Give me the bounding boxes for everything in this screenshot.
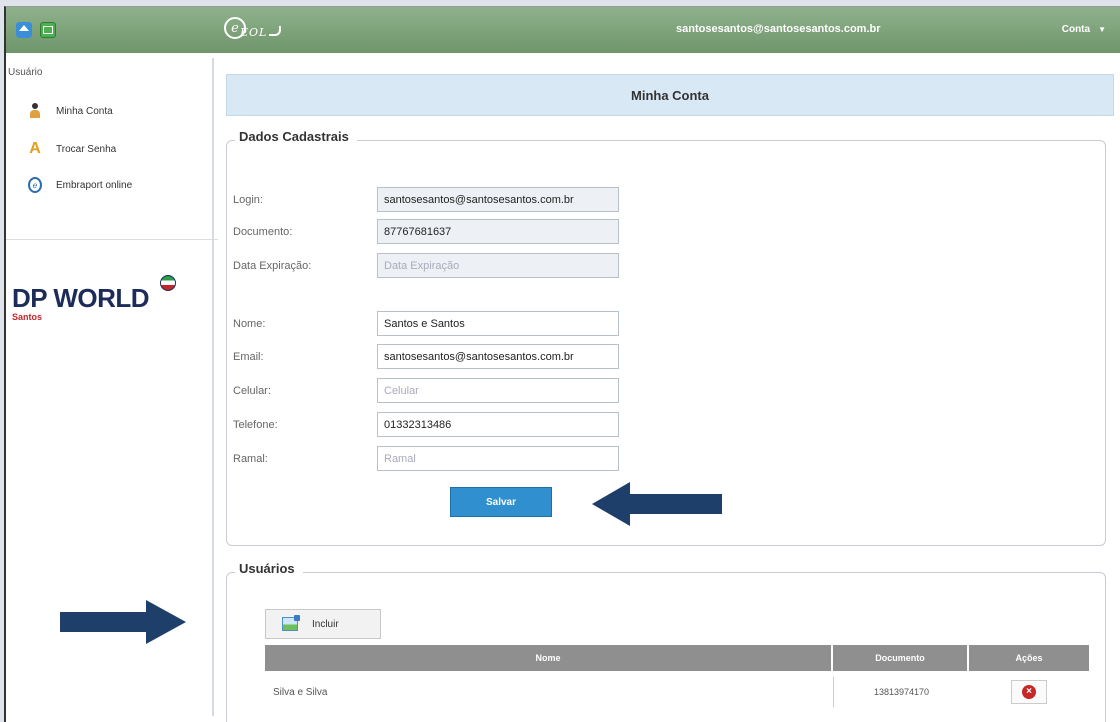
column-header-nome[interactable]: Nome xyxy=(265,645,833,671)
add-image-icon xyxy=(282,615,300,631)
telefone-label: Telefone: xyxy=(233,418,278,431)
sidebar-item-label: Minha Conta xyxy=(56,105,113,117)
sidebar-item-embraport-online[interactable]: e Embraport online xyxy=(28,177,132,193)
celular-label: Celular: xyxy=(233,384,271,397)
sidebar-border xyxy=(212,58,214,716)
dados-cadastrais-legend: Dados Cadastrais xyxy=(235,129,357,144)
ramal-field[interactable] xyxy=(377,446,619,471)
sidebar-item-trocar-senha[interactable]: A Trocar Senha xyxy=(28,140,117,157)
ramal-row: Ramal: xyxy=(233,446,619,471)
celular-row: Celular: xyxy=(233,378,619,403)
email-row: Email: xyxy=(233,344,619,369)
arrow-annotation-incluir xyxy=(60,600,186,644)
save-button[interactable]: Salvar xyxy=(450,487,552,517)
arrow-annotation-save xyxy=(592,482,722,526)
users-table: Nome Documento Ações Silva e Silva 13813… xyxy=(265,645,1089,707)
brand-name: DP WORLD xyxy=(12,283,150,313)
person-icon xyxy=(28,103,42,119)
telefone-field[interactable] xyxy=(377,412,619,437)
delete-icon: × xyxy=(1022,685,1036,699)
chevron-down-icon: ▼ xyxy=(1098,25,1106,34)
sidebar-item-label: Trocar Senha xyxy=(56,143,117,155)
account-menu[interactable]: Conta ▼ xyxy=(1062,24,1106,35)
sidebar-item-label: Embraport online xyxy=(56,179,133,191)
eol-logo[interactable]: e EOL xyxy=(224,17,281,39)
user-email: santosesantos@santosesantos.com.br xyxy=(676,23,881,35)
usuarios-legend: Usuários xyxy=(235,561,303,576)
add-user-button[interactable]: Incluir xyxy=(265,609,381,639)
email-label: Email: xyxy=(233,350,264,363)
nome-label: Nome: xyxy=(233,317,266,330)
eol-icon: e xyxy=(28,177,42,193)
cell-nome: Silva e Silva xyxy=(273,686,328,698)
celular-field[interactable] xyxy=(377,378,619,403)
cell-acoes: × xyxy=(969,677,1089,707)
data-expiracao-field[interactable] xyxy=(377,253,619,278)
login-label: Login: xyxy=(233,193,263,206)
home-icon[interactable] xyxy=(16,22,32,38)
delete-button[interactable]: × xyxy=(1011,680,1047,704)
data-expiracao-row: Data Expiração: xyxy=(233,253,619,278)
dp-world-logo: DP WORLD Santos xyxy=(12,275,176,322)
documento-field[interactable] xyxy=(377,219,619,244)
usuarios-panel: Usuários Incluir Nome Documento Ações Si… xyxy=(226,561,1106,722)
sidebar-item-minha-conta[interactable]: Minha Conta xyxy=(28,103,113,119)
top-bar: e EOL santosesantos@santosesantos.com.br… xyxy=(6,7,1120,53)
email-field[interactable] xyxy=(377,344,619,369)
sidebar-divider xyxy=(6,239,218,240)
login-row: Login: xyxy=(233,187,619,212)
add-user-label: Incluir xyxy=(312,618,339,630)
spreadsheet-icon[interactable] xyxy=(40,22,56,38)
ramal-label: Ramal: xyxy=(233,452,268,465)
dados-cadastrais-panel: Dados Cadastrais Login: Documento: Data … xyxy=(226,129,1106,546)
documento-row: Documento: xyxy=(233,219,619,244)
cell-documento: 13813974170 xyxy=(833,677,969,707)
account-menu-label: Conta xyxy=(1061,24,1091,35)
nome-field[interactable] xyxy=(377,311,619,336)
data-expiracao-label: Data Expiração: xyxy=(233,259,312,272)
table-header: Nome Documento Ações xyxy=(265,645,1089,671)
login-field[interactable] xyxy=(377,187,619,212)
page-title: Minha Conta xyxy=(226,74,1114,116)
key-icon: A xyxy=(29,140,41,157)
globe-icon xyxy=(160,275,176,291)
table-row[interactable]: Silva e Silva 13813974170 × xyxy=(265,677,1089,707)
nome-row: Nome: xyxy=(233,311,619,336)
eol-logo-text: EOL xyxy=(240,26,281,39)
documento-label: Documento: xyxy=(233,225,293,238)
telefone-row: Telefone: xyxy=(233,412,619,437)
column-header-documento[interactable]: Documento xyxy=(833,645,969,671)
column-header-acoes: Ações xyxy=(1015,653,1043,663)
sidebar-section-title: Usuário xyxy=(8,67,43,78)
